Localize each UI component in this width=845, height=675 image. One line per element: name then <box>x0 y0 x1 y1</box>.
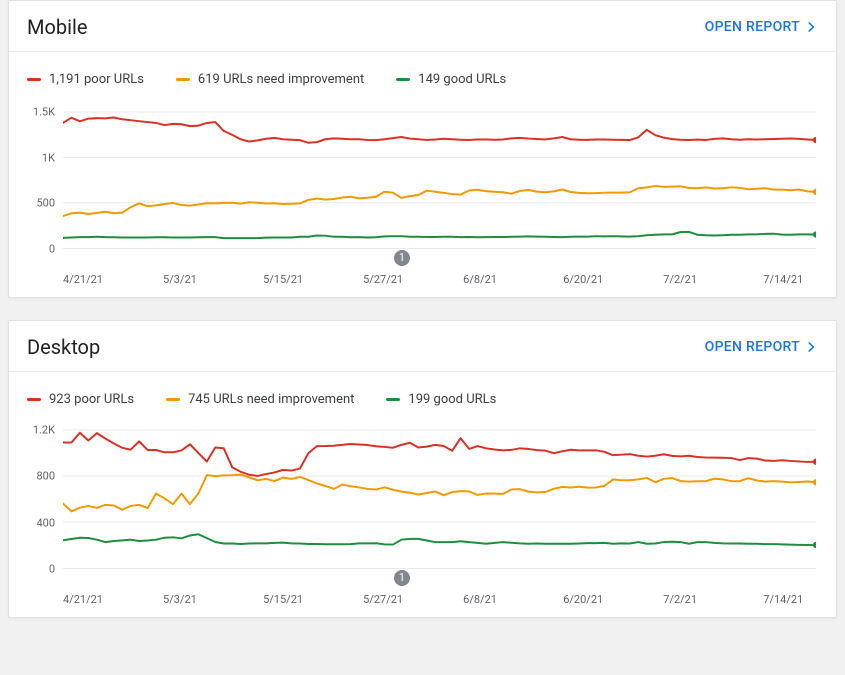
x-axis: 4/21/21 5/3/21 5/15/21 5/27/21 6/8/21 6/20/21… <box>63 269 816 297</box>
x-tick: 7/14/21 <box>763 593 803 606</box>
timeline-marker[interactable]: 1 <box>394 250 410 266</box>
x-tick: 5/3/21 <box>163 593 197 606</box>
chart-area: 1.5K 1K 500 0 1 4/21/21 5/3/21 5/15/21 5/27/21… <box>9 103 836 297</box>
legend-label-need: 745 URLs need improvement <box>188 392 354 407</box>
legend-item-need: 619 URLs need improvement <box>176 72 364 87</box>
chart-area: 1.2K 800 400 0 1 4/21/21 5/3/21 5/15/21 5/27/2… <box>9 423 836 617</box>
chart-body: 1.5K1K5000 <box>23 103 818 249</box>
page: Mobile OPEN REPORT 1,191 poor URLs 619 U… <box>0 0 845 630</box>
y-tick: 0 <box>49 243 55 256</box>
legend-swatch-good <box>396 78 410 81</box>
x-tick: 4/21/21 <box>63 593 103 606</box>
card-header: Mobile OPEN REPORT <box>9 1 836 52</box>
legend-swatch-need <box>176 78 190 81</box>
x-tick: 5/27/21 <box>363 273 403 286</box>
y-tick: 800 <box>36 470 55 483</box>
x-tick: 7/2/21 <box>663 273 697 286</box>
legend-item-poor: 923 poor URLs <box>27 392 134 407</box>
legend: 1,191 poor URLs 619 URLs need improvemen… <box>9 52 836 93</box>
legend-label-poor: 1,191 poor URLs <box>49 72 144 87</box>
card-mobile: Mobile OPEN REPORT 1,191 poor URLs 619 U… <box>8 0 837 298</box>
x-tick: 6/20/21 <box>563 593 603 606</box>
x-tick: 6/8/21 <box>463 593 497 606</box>
card-desktop: Desktop OPEN REPORT 923 poor URLs 745 UR… <box>8 320 837 618</box>
x-tick: 7/14/21 <box>763 273 803 286</box>
y-axis: 1.5K1K5000 <box>23 103 59 249</box>
x-tick: 5/15/21 <box>263 273 303 286</box>
legend: 923 poor URLs 745 URLs need improvement … <box>9 372 836 413</box>
x-tick: 4/21/21 <box>63 273 103 286</box>
open-report-label: OPEN REPORT <box>705 19 800 35</box>
x-tick: 6/20/21 <box>563 273 603 286</box>
y-tick: 500 <box>36 197 55 210</box>
open-report-label: OPEN REPORT <box>705 339 800 355</box>
legend-item-need: 745 URLs need improvement <box>166 392 354 407</box>
open-report-button[interactable]: OPEN REPORT <box>705 339 818 355</box>
legend-item-poor: 1,191 poor URLs <box>27 72 144 87</box>
chevron-right-icon <box>804 20 818 34</box>
legend-swatch-good <box>386 398 400 401</box>
legend-swatch-poor <box>27 398 41 401</box>
legend-swatch-need <box>166 398 180 401</box>
x-tick: 6/8/21 <box>463 273 497 286</box>
legend-item-good: 149 good URLs <box>396 72 506 87</box>
y-tick: 1K <box>42 151 55 164</box>
plot-surface <box>63 103 816 249</box>
y-tick: 400 <box>36 516 55 529</box>
x-axis: 4/21/21 5/3/21 5/15/21 5/27/21 6/8/21 6/20/21… <box>63 589 816 617</box>
legend-label-good: 149 good URLs <box>418 72 506 87</box>
card-title: Mobile <box>27 15 87 39</box>
plot-surface <box>63 423 816 569</box>
y-tick: 1.5K <box>33 106 55 119</box>
chart-body: 1.2K8004000 <box>23 423 818 569</box>
x-tick: 5/3/21 <box>163 273 197 286</box>
y-axis: 1.2K8004000 <box>23 423 59 569</box>
x-tick: 5/27/21 <box>363 593 403 606</box>
open-report-button[interactable]: OPEN REPORT <box>705 19 818 35</box>
x-tick: 5/15/21 <box>263 593 303 606</box>
chevron-right-icon <box>804 340 818 354</box>
legend-label-good: 199 good URLs <box>408 392 496 407</box>
legend-label-need: 619 URLs need improvement <box>198 72 364 87</box>
legend-swatch-poor <box>27 78 41 81</box>
card-title: Desktop <box>27 335 100 359</box>
legend-item-good: 199 good URLs <box>386 392 496 407</box>
x-tick: 7/2/21 <box>663 593 697 606</box>
legend-label-poor: 923 poor URLs <box>49 392 134 407</box>
marker-row: 1 <box>63 569 816 587</box>
y-tick: 0 <box>49 563 55 576</box>
timeline-marker[interactable]: 1 <box>394 570 410 586</box>
y-tick: 1.2K <box>33 423 55 436</box>
marker-row: 1 <box>63 249 816 267</box>
card-header: Desktop OPEN REPORT <box>9 321 836 372</box>
